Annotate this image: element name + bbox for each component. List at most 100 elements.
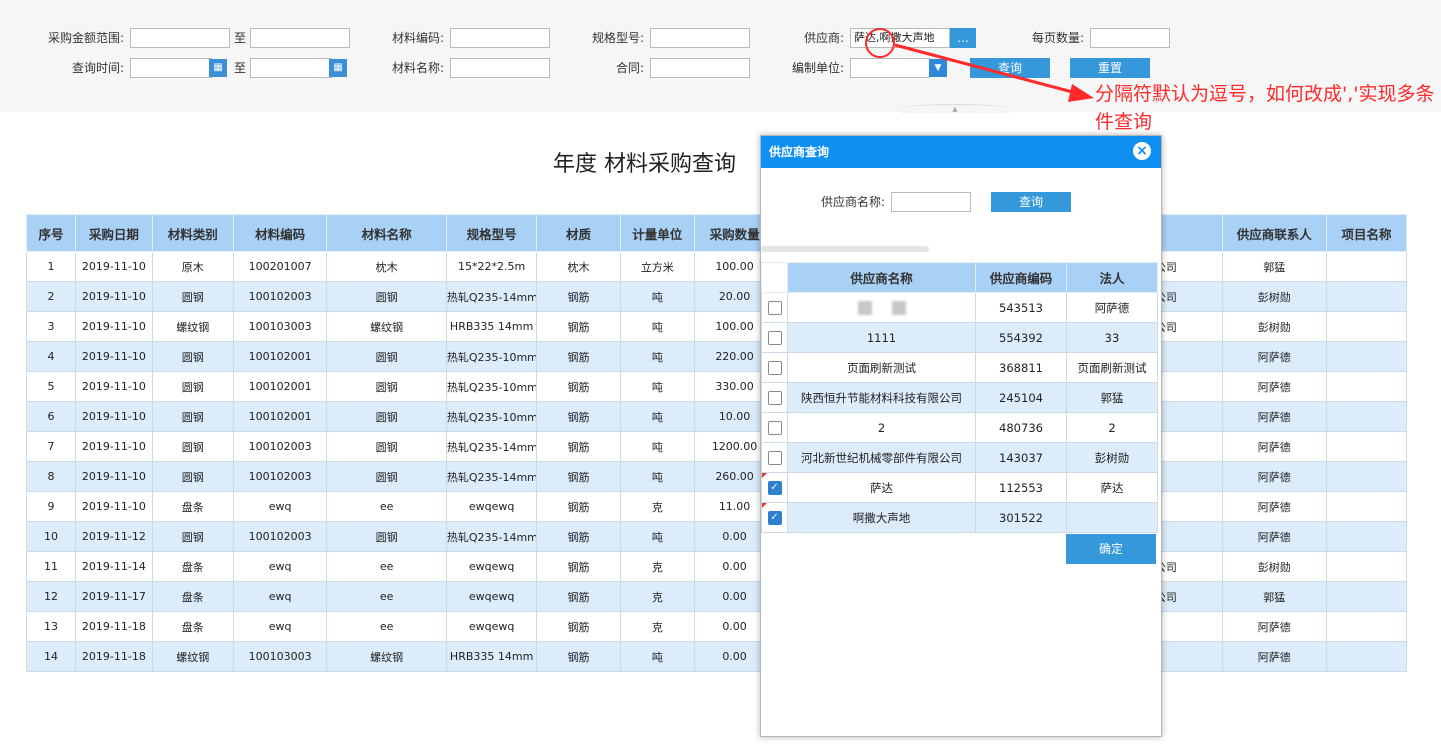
dialog-query-button[interactable]: 查询 <box>991 192 1071 212</box>
table-cell: 吨 <box>619 281 696 312</box>
checkbox-cell[interactable] <box>761 442 788 473</box>
table-row[interactable]: 陕西恒升节能材料科技有限公司 245104 郭猛 <box>761 382 1158 413</box>
row-checkbox[interactable] <box>767 330 782 345</box>
row-checkbox[interactable]: ✓ <box>767 480 782 495</box>
column-header: 材质 <box>536 214 621 252</box>
table-cell: 吨 <box>619 521 696 552</box>
table-row[interactable]: 5 2019-11-10 圆钢 100102001 圆钢 热轧Q235-10mm 钢筋吨 33… <box>25 371 1407 402</box>
table-cell: ee <box>326 491 447 522</box>
table-row[interactable]: 河北新世纪机械零部件有限公司 143037 彭树勋 <box>761 442 1158 473</box>
confirm-button[interactable]: 确定 <box>1066 534 1156 564</box>
checkbox-cell[interactable]: ✓ <box>761 472 788 503</box>
row-checkbox[interactable]: ✓ <box>767 510 782 525</box>
table-cell: 圆钢 <box>151 431 234 462</box>
table-row[interactable]: 1111 554392 33 <box>761 322 1158 353</box>
table-cell: 克 <box>619 611 696 642</box>
table-cell: 阿萨德 <box>1066 292 1158 323</box>
row-checkbox[interactable] <box>767 390 782 405</box>
table-cell: 阿萨德 <box>1221 461 1328 492</box>
table-cell: 100102003 <box>232 281 328 312</box>
row-checkbox[interactable] <box>767 300 782 315</box>
supplier-dialog: 供应商查询 × 供应商名称: 查询 供应商名称 供应商编码 法人 543513 阿萨德… <box>760 135 1162 737</box>
table-cell: 6 <box>25 401 77 432</box>
table-cell: 阿萨德 <box>1221 611 1328 642</box>
table-row[interactable]: ✓ 萨达 112553 萨达 <box>761 472 1158 503</box>
table-cell: 彭树勋 <box>1221 281 1328 312</box>
checkbox-cell[interactable] <box>761 382 788 413</box>
row-checkbox[interactable] <box>767 450 782 465</box>
table-row[interactable]: 3 2019-11-10 螺纹钢 100103003 螺纹钢 HRB335 14mm 钢筋吨… <box>25 311 1407 342</box>
table-cell <box>1326 611 1407 642</box>
table-cell: 100102001 <box>232 401 328 432</box>
table-cell: 2019-11-18 <box>75 641 153 672</box>
supplier-name-label: 供应商名称: <box>820 195 885 209</box>
table-row[interactable]: 112019-11-14盘条ewqeeewqewq钢筋克0.00部件有限公司彭树… <box>25 551 1407 582</box>
supplier-name-input[interactable] <box>891 192 971 212</box>
table-row[interactable]: 92019-11-10盘条ewqeeewqewq钢筋克11.00萨达阿萨德 <box>25 491 1407 522</box>
table-cell: 圆钢 <box>326 371 447 402</box>
table-cell: 554392 <box>975 322 1067 353</box>
table-cell: 143037 <box>975 442 1067 473</box>
table-row[interactable]: ✓ 啊撒大声地 301522 <box>761 502 1158 533</box>
table-cell: 吨 <box>619 311 696 342</box>
table-cell: 100102003 <box>232 461 328 492</box>
column-header: 计量单位 <box>619 214 696 252</box>
column-header: 规格型号 <box>445 214 538 252</box>
table-cell: 2019-11-10 <box>75 461 153 492</box>
table-row[interactable]: 7 2019-11-10 圆钢 100102003 圆钢 热轧Q235-14mm 钢筋吨 12… <box>25 431 1407 462</box>
checkbox-cell[interactable] <box>761 352 788 383</box>
page-title: 年度 材料采购查询 <box>553 152 736 177</box>
supplier-table: 供应商名称 供应商编码 法人 543513 阿萨德 1111 554392 33 页面刷新测试… <box>761 262 1158 533</box>
table-cell: 2019-11-10 <box>75 341 153 372</box>
close-icon[interactable]: × <box>1133 142 1151 160</box>
table-header-row: 供应商名称 供应商编码 法人 <box>761 262 1158 293</box>
row-checkbox[interactable] <box>767 360 782 375</box>
table-cell <box>1326 461 1407 492</box>
table-cell: 2019-11-18 <box>75 611 153 642</box>
table-cell <box>1326 311 1407 342</box>
table-cell <box>1326 341 1407 372</box>
checkbox-cell[interactable] <box>761 292 788 323</box>
table-row[interactable]: 6 2019-11-10 圆钢 100102001 圆钢 热轧Q235-10mm 钢筋吨 10… <box>25 401 1407 432</box>
column-header: 采购日期 <box>75 214 153 252</box>
table-cell <box>1326 641 1407 672</box>
table-row[interactable]: 页面刷新测试 368811 页面刷新测试 <box>761 352 1158 383</box>
table-cell: 原木 <box>151 251 234 282</box>
table-cell: 立方米 <box>619 251 696 282</box>
table-row[interactable]: 4 2019-11-10 圆钢 100102001 圆钢 热轧Q235-10mm 钢筋吨 22… <box>25 341 1407 372</box>
table-cell: 圆钢 <box>151 371 234 402</box>
table-cell: 12 <box>25 581 77 612</box>
table-row[interactable]: 122019-11-17盘条ewqeeewqewq钢筋克0.00科技有限公司郭猛 <box>25 581 1407 612</box>
table-cell: 热轧Q235-10mm <box>445 341 538 372</box>
column-header: 供应商编码 <box>975 262 1067 293</box>
table-cell: 钢筋 <box>536 431 621 462</box>
table-cell: 萨达 <box>1066 472 1158 503</box>
row-checkbox[interactable] <box>767 420 782 435</box>
table-cell: 15*22*2.5m <box>445 251 538 282</box>
checkbox-cell[interactable] <box>761 322 788 353</box>
dirty-marker-icon <box>762 503 767 508</box>
column-header: 供应商联系人 <box>1221 214 1328 252</box>
table-row[interactable]: 2 480736 2 <box>761 412 1158 443</box>
table-row[interactable]: 2 2019-11-10 圆钢 100102003 圆钢 热轧Q235-14mm 钢筋吨 20… <box>25 281 1407 312</box>
column-header: 材料编码 <box>232 214 328 252</box>
table-row[interactable]: 132019-11-18盘条ewqeeewqewq钢筋克0.00萨达阿萨德 <box>25 611 1407 642</box>
table-cell: ewq <box>232 581 328 612</box>
table-row[interactable]: 8 2019-11-10 圆钢 100102003 圆钢 热轧Q235-14mm 钢筋吨 26… <box>25 461 1407 492</box>
table-cell: 10 <box>25 521 77 552</box>
table-cell: 盘条 <box>151 611 234 642</box>
table-cell: ewq <box>232 551 328 582</box>
table-cell: ewqewq <box>445 551 538 582</box>
table-row[interactable]: 543513 阿萨德 <box>761 292 1158 323</box>
table-cell: 301522 <box>975 502 1067 533</box>
table-cell <box>1326 281 1407 312</box>
table-row[interactable]: 14 2019-11-18 螺纹钢 100103003 螺纹钢 HRB335 14mm 钢筋… <box>25 641 1407 672</box>
table-cell: 2 <box>25 281 77 312</box>
table-cell: 100102003 <box>232 521 328 552</box>
table-row[interactable]: 1 2019-11-10 原木 100201007 枕木 15*22*2.5m 枕木 立方米 1… <box>25 251 1407 282</box>
table-cell: 克 <box>619 581 696 612</box>
checkbox-cell[interactable]: ✓ <box>761 502 788 533</box>
checkbox-cell[interactable] <box>761 412 788 443</box>
table-cell <box>1326 371 1407 402</box>
table-row[interactable]: 10 2019-11-12 圆钢 100102003 圆钢 热轧Q235-14mm 钢筋吨 0… <box>25 521 1407 552</box>
